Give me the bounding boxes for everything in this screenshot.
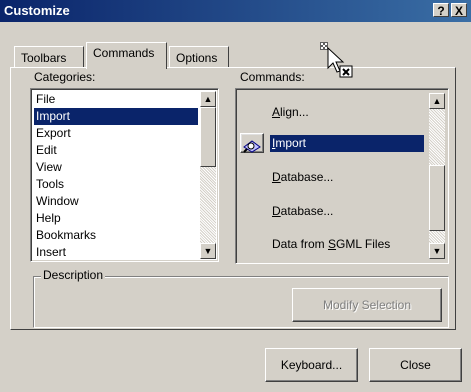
categories-label: Categories: [34, 70, 96, 84]
command-item-selected[interactable]: Import [236, 126, 426, 160]
modify-selection-button[interactable]: Modify Selection [292, 288, 442, 322]
list-item[interactable]: Insert [34, 244, 68, 261]
tab-commands-label: Commands [93, 46, 155, 60]
command-item[interactable]: Align... [236, 95, 426, 129]
description-label: Description [41, 268, 106, 282]
close-button[interactable]: Close [369, 348, 462, 382]
list-item[interactable]: Edit [34, 142, 59, 159]
tab-options[interactable]: Options [169, 46, 229, 68]
list-item[interactable]: File [34, 91, 57, 108]
keyboard-button[interactable]: Keyboard... [265, 348, 358, 382]
list-item[interactable]: View [34, 159, 64, 176]
command-item[interactable]: Database... [236, 194, 426, 228]
help-button[interactable]: ? [433, 3, 449, 18]
command-item[interactable]: Data from SGML Files [236, 227, 426, 261]
tab-toolbars[interactable]: Toolbars [14, 46, 84, 68]
list-item-selected[interactable]: Import [34, 108, 198, 125]
scrollbar-thumb[interactable] [200, 107, 216, 167]
categories-listbox[interactable]: File Import Export Edit View Tools Windo… [30, 88, 219, 262]
command-item[interactable]: Database... [236, 160, 426, 194]
commands-listbox[interactable]: Align... Import Database... Database... … [235, 88, 449, 264]
window-title: Customize [4, 3, 70, 18]
commands-label: Commands: [240, 70, 305, 84]
scroll-up-button[interactable]: ▲ [429, 93, 445, 109]
list-item[interactable]: Help [34, 210, 63, 227]
list-item[interactable]: Bookmarks [34, 227, 98, 244]
list-item[interactable]: Window [34, 193, 81, 210]
window-close-button[interactable]: X [451, 3, 467, 18]
tab-options-label: Options [176, 51, 218, 65]
list-item[interactable]: Tools [34, 176, 66, 193]
list-item[interactable]: Export [34, 125, 73, 142]
import-icon [240, 133, 264, 153]
title-bar: Customize ? X [0, 0, 471, 22]
scroll-down-button[interactable]: ▼ [429, 243, 445, 259]
drag-cursor-icon [320, 42, 353, 78]
scrollbar-thumb[interactable] [429, 165, 445, 231]
tab-commands[interactable]: Commands [86, 42, 167, 69]
scroll-down-button[interactable]: ▼ [200, 243, 216, 259]
scroll-up-button[interactable]: ▲ [200, 91, 216, 107]
tab-toolbars-label: Toolbars [21, 51, 67, 65]
